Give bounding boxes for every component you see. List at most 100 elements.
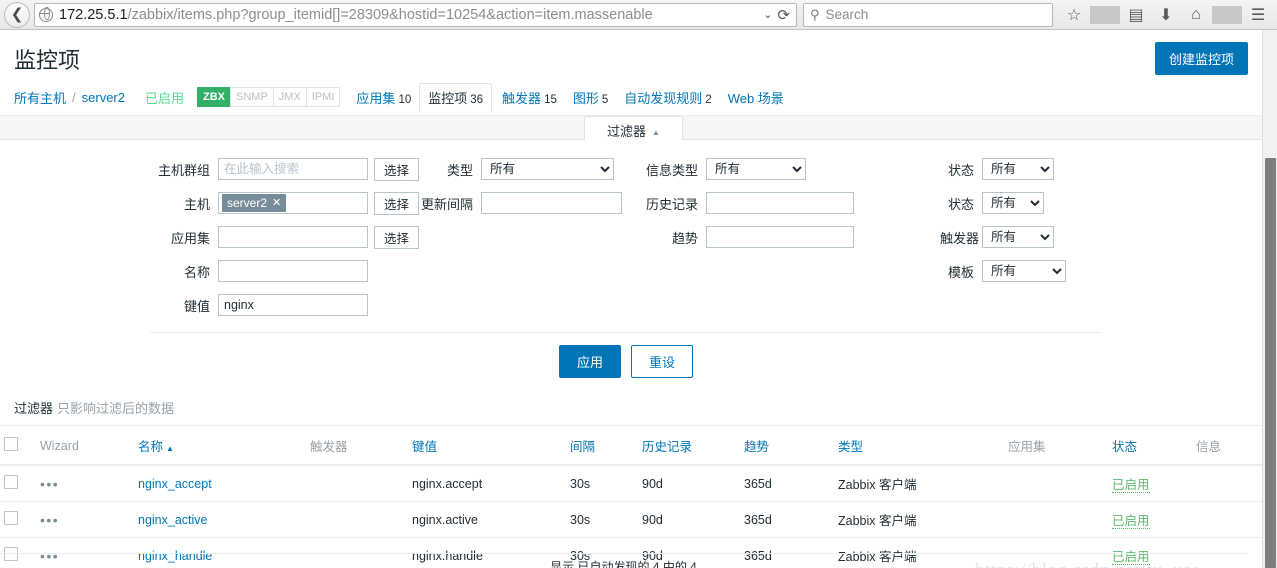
breadcrumb-item-applications[interactable]: 应用集 10 [356, 88, 411, 107]
wizard-menu-icon[interactable]: ••• [40, 512, 59, 528]
status-label: 状态 [948, 162, 975, 178]
reset-button[interactable]: 重设 [631, 345, 694, 379]
hostgroup-input[interactable] [218, 158, 368, 181]
column-header-interval[interactable]: 间隔 [566, 426, 638, 467]
trends-input[interactable] [706, 226, 855, 249]
history-label: 历史记录 [646, 196, 699, 212]
valuetype-label: 信息类型 [646, 162, 699, 178]
breadcrumb-item-items[interactable]: 监控项 36 [419, 83, 493, 113]
library-icon[interactable]: ▤ [1121, 5, 1151, 25]
breadcrumb-item-triggers[interactable]: 触发器 15 [502, 88, 557, 107]
item-name-link[interactable]: nginx_accept [138, 477, 212, 491]
breadcrumb-item-applications-label: 应用集 [356, 90, 396, 106]
items-table: Wizard 名称 ▲ 触发器 键值 间隔 历史记录 趋势 类型 应用集 状态 信… [0, 426, 1262, 568]
breadcrumb-all-hosts[interactable]: 所有主机 [14, 88, 66, 107]
trigger-select[interactable]: 所有 [982, 226, 1055, 249]
filter-row-history: 历史记录 [644, 186, 855, 220]
status-badge[interactable]: 已启用 [1112, 514, 1150, 530]
download-arrow-icon[interactable]: ⬇ [1151, 5, 1181, 25]
filter-row-key: 键值 [0, 288, 419, 322]
breadcrumb-item-items-label: 监控项 [428, 91, 468, 107]
home-icon[interactable]: ⌂ [1181, 6, 1211, 24]
name-label: 名称 [183, 264, 210, 280]
back-button[interactable]: ❮ [4, 1, 30, 28]
create-item-button[interactable]: 创建监控项 [1154, 42, 1248, 75]
filter-tab-label: 过滤器 [607, 124, 647, 140]
state-select[interactable]: 所有 [982, 192, 1045, 215]
column-header-name[interactable]: 名称 ▲ [134, 426, 306, 467]
star-icon[interactable]: ☆ [1059, 5, 1089, 25]
hamburger-menu-icon[interactable]: ☰ [1243, 5, 1273, 25]
row-history-cell: 90d [638, 465, 740, 503]
breadcrumb-item-items-count: 36 [470, 94, 484, 107]
search-bar[interactable]: ⚲ Search [803, 2, 1053, 27]
apply-button[interactable]: 应用 [558, 345, 621, 379]
status-badge[interactable]: 已启用 [1112, 478, 1150, 494]
host-chip[interactable]: server2 ✕ [222, 194, 287, 213]
history-input[interactable] [706, 192, 855, 215]
name-input[interactable] [218, 260, 368, 283]
hostgroup-select-button[interactable]: 选择 [374, 157, 420, 181]
toolbar-divider [1090, 5, 1120, 24]
column-header-type[interactable]: 类型 [834, 426, 1004, 467]
globe-icon [38, 7, 53, 22]
appset-select-button[interactable]: 选择 [374, 225, 420, 249]
item-name-link[interactable]: nginx_active [138, 513, 208, 527]
filter-note-title: 过滤器 [14, 401, 54, 417]
table-footer-status: 显示 已自动发现的 4 中的 4 [550, 560, 697, 568]
browser-action-icons: ☆ ▤ ⬇ ⌂ ☰ [1059, 5, 1273, 25]
table-row: ••• nginx_active nginx.active 30s 90d 36… [0, 501, 1262, 539]
column-header-trends[interactable]: 趋势 [740, 426, 834, 467]
host-label: 主机 [183, 196, 210, 212]
filter-row-trigger: 触发器 所有 [940, 220, 1066, 254]
interval-input[interactable] [481, 192, 623, 215]
row-info-cell [1192, 465, 1262, 503]
status-select[interactable]: 所有 [982, 158, 1055, 181]
protocol-badge-ipmi[interactable]: IPMI [305, 87, 341, 108]
breadcrumb-item-triggers-count: 15 [544, 93, 557, 106]
trends-label: 趋势 [672, 230, 699, 246]
close-icon[interactable]: ✕ [272, 197, 281, 210]
row-checkbox[interactable] [4, 511, 18, 526]
breadcrumb-item-web-label: Web 场景 [727, 90, 784, 106]
filter-row-host: 主机 server2 ✕ 选择 [0, 186, 420, 220]
type-select[interactable]: 所有 [481, 158, 615, 181]
breadcrumb-item-graphs[interactable]: 图形 5 [573, 88, 608, 107]
vertical-scrollbar[interactable] [1262, 30, 1277, 568]
bottom-divider [0, 553, 1247, 554]
row-interval-cell: 30s [566, 465, 638, 503]
host-multiselect[interactable]: server2 ✕ [218, 192, 368, 215]
page-header: 监控项 创建监控项 [0, 30, 1262, 85]
appset-input[interactable] [218, 226, 368, 249]
row-checkbox[interactable] [4, 475, 18, 490]
column-header-name-label: 名称 [138, 440, 164, 455]
column-header-status[interactable]: 状态 [1108, 426, 1192, 467]
wizard-menu-icon[interactable]: ••• [40, 476, 59, 492]
select-all-header [0, 426, 36, 467]
row-name-cell: nginx_accept [134, 465, 306, 503]
address-bar[interactable]: 172.25.5.1/zabbix/items.php?group_itemid… [34, 2, 797, 27]
row-trends-cell: 365d [740, 501, 834, 539]
row-appset-cell [1004, 465, 1108, 503]
key-input[interactable] [218, 294, 368, 317]
breadcrumb-host[interactable]: server2 [82, 90, 125, 105]
breadcrumb-item-discovery[interactable]: 自动发现规则 2 [624, 88, 711, 107]
protocol-badge-zbx[interactable]: ZBX [197, 87, 232, 108]
column-header-trigger: 触发器 [306, 426, 408, 467]
host-select-button[interactable]: 选择 [374, 191, 420, 215]
valuetype-select[interactable]: 所有 [706, 158, 807, 181]
column-header-key[interactable]: 键值 [408, 426, 566, 467]
protocol-badge-snmp[interactable]: SNMP [230, 87, 274, 108]
column-header-history[interactable]: 历史记录 [638, 426, 740, 467]
template-select[interactable]: 所有 [982, 260, 1067, 283]
scrollbar-thumb[interactable] [1265, 158, 1276, 568]
host-status-enabled[interactable]: 已启用 [145, 88, 184, 107]
reload-icon[interactable]: ⟳ [777, 6, 792, 24]
breadcrumb: 所有主机 / server2 已启用 ZBX SNMP JMX IPMI 应用集… [0, 83, 1262, 117]
breadcrumb-item-web[interactable]: Web 场景 [728, 88, 784, 107]
protocol-badge-jmx[interactable]: JMX [272, 87, 307, 108]
select-all-checkbox[interactable] [4, 437, 18, 452]
chevron-down-icon[interactable]: ⌄ [758, 8, 777, 21]
breadcrumb-item-discovery-label: 自动发现规则 [624, 90, 703, 106]
table-row: ••• nginx_accept nginx.accept 30s 90d 36… [0, 465, 1262, 503]
